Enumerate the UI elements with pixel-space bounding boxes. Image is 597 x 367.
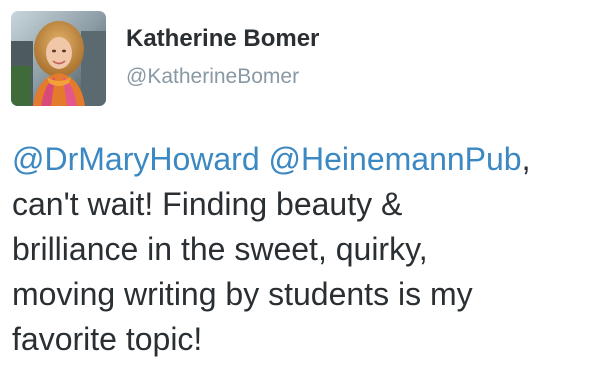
tweet-line-3: brilliance in the sweet, quirky, (12, 231, 428, 267)
tweet-line-2: can't wait! Finding beauty & (12, 186, 403, 222)
tweet-card: Katherine Bomer @KatherineBomer @DrMaryH… (0, 0, 597, 367)
tweet-text: @DrMaryHoward @HeinemannPub, can't wait!… (12, 137, 592, 362)
author-screen-name[interactable]: @KatherineBomer (126, 64, 299, 90)
mention-link-heinemannpub[interactable]: @HeinemannPub (269, 141, 522, 177)
tweet-line-1-trail: , (521, 141, 531, 177)
tweet-line-5: favorite topic! (12, 321, 203, 357)
tweet-line-4: moving writing by students is my (12, 276, 473, 312)
mention-link-drmaryhoward[interactable]: @DrMaryHoward (12, 141, 260, 177)
avatar[interactable] (11, 11, 106, 106)
avatar-photo (11, 11, 106, 106)
author-display-name[interactable]: Katherine Bomer (126, 24, 319, 54)
tweet-line-1: @DrMaryHoward @HeinemannPub, (12, 137, 592, 182)
